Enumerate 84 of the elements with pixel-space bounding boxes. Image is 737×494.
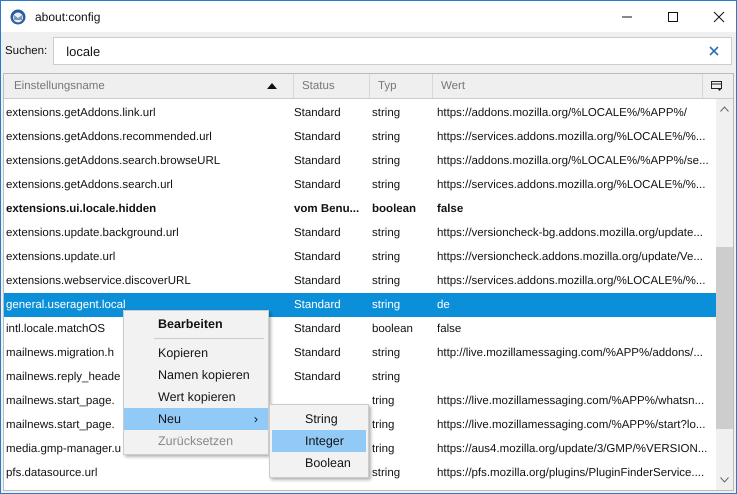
search-label: Suchen: [5, 45, 48, 57]
table-cell[interactable]: mailnews.reply_heade [6, 371, 120, 383]
table-cell: vom Benu... [294, 203, 360, 215]
table-cell[interactable]: extensions.getAddons.link.url [6, 107, 156, 119]
table-cell: http://live.mozillamessaging.com/%APP%/addons/... [437, 347, 703, 359]
column-header[interactable]: Status [294, 74, 370, 98]
column-header[interactable]: Typ [370, 74, 433, 98]
table-cell: string [372, 275, 400, 287]
table-cell[interactable]: pfs.datasource.url [6, 467, 98, 479]
app-logo-icon [10, 8, 26, 24]
menu-item[interactable]: Kopieren [124, 342, 268, 364]
menu-item[interactable]: Neu › [124, 408, 268, 430]
table-cell: string [372, 179, 400, 191]
menu-item[interactable]: Integer [272, 430, 366, 452]
table-cell: https://live.mozillamessaging.com/%APP%/start?lo... [437, 419, 706, 431]
table-cell[interactable]: extensions.webservice.discoverURL [6, 275, 191, 287]
maximize-icon[interactable] [667, 10, 679, 22]
table-cell: boolean [372, 323, 413, 335]
table-cell: https://services.addons.mozilla.org/%LOCALE%/%... [437, 275, 706, 287]
table-cell[interactable]: mailnews.migration.h [6, 347, 114, 359]
menu-item[interactable]: Wert kopieren [124, 386, 268, 408]
table-cell[interactable]: extensions.getAddons.search.browseURL [6, 155, 220, 167]
sort-ascending-icon [267, 83, 277, 89]
table-cell: Standard [294, 323, 341, 335]
table-cell: Standard [294, 227, 341, 239]
table-cell: https://services.addons.mozilla.org/%LOCALE%/%... [437, 131, 706, 143]
table-cell: Standard [294, 107, 341, 119]
table-cell[interactable]: media.gmp-manager.u [6, 443, 122, 455]
table-cell[interactable]: general.useragent.local [6, 299, 126, 311]
table-cell: false [437, 323, 462, 335]
search-field[interactable]: locale [53, 37, 732, 65]
table-cell: string [372, 227, 400, 239]
table-cell: string [372, 347, 400, 359]
table-cell[interactable]: mailnews.start_page. [6, 395, 115, 407]
table-cell: Standard [294, 299, 341, 311]
menu-item[interactable]: String [272, 408, 366, 430]
scrollbar-thumb[interactable] [716, 247, 733, 429]
scrollbar[interactable] [716, 99, 733, 490]
scroll-up-icon[interactable] [720, 106, 729, 112]
table-cell: string [372, 131, 400, 143]
table-cell: Standard [294, 179, 341, 191]
table-cell: https://pfs.mozilla.org/plugins/PluginFinderService.... [437, 467, 704, 479]
table-cell: tring [372, 443, 394, 455]
table-cell: Standard [294, 155, 341, 167]
table-cell: string [372, 467, 400, 479]
table-cell: https://services.addons.mozilla.org/%LOCALE%/%... [437, 179, 706, 191]
clear-icon[interactable] [709, 46, 719, 56]
column-header[interactable]: Wert [433, 74, 703, 98]
table-cell: Standard [294, 371, 341, 383]
table-cell[interactable]: extensions.update.url [6, 251, 116, 263]
table-cell: Standard [294, 275, 341, 287]
table-cell: https://live.mozillamessaging.com/%APP%/whatsn... [437, 395, 704, 407]
menu-item[interactable]: Boolean [272, 452, 366, 474]
table-cell[interactable]: extensions.update.background.url [6, 227, 179, 239]
table-cell: tring [372, 395, 394, 407]
table-cell[interactable]: mailnews.start_page. [6, 419, 115, 431]
table-cell: Standard [294, 131, 341, 143]
close-icon[interactable] [713, 10, 725, 22]
table-cell: false [437, 203, 464, 215]
table-cell: string [372, 371, 400, 383]
window-title: about:config [35, 10, 100, 24]
table-cell[interactable]: extensions.ui.locale.hidden [6, 203, 156, 215]
column-picker-icon[interactable] [711, 81, 723, 92]
table-cell: https://versioncheck-bg.addons.mozilla.org/update... [437, 227, 703, 239]
table-cell[interactable]: extensions.getAddons.search.url [6, 179, 173, 191]
menu-item[interactable]: Namen kopieren [124, 364, 268, 386]
column-header[interactable]: Einstellungsname [4, 74, 294, 98]
table-cell: string [372, 107, 400, 119]
table-cell[interactable]: extensions.getAddons.recommended.url [6, 131, 212, 143]
table-cell: https://aus4.mozilla.org/update/3/GMP/%VERSION... [437, 443, 708, 455]
table-cell: de [437, 299, 450, 311]
table-cell: https://addons.mozilla.org/%LOCALE%/%APP%/ [437, 107, 687, 119]
table-cell: https://addons.mozilla.org/%LOCALE%/%APP%/se... [437, 155, 709, 167]
menu-item[interactable]: Bearbeiten [124, 313, 268, 335]
table-cell[interactable]: intl.locale.matchOS [6, 323, 106, 335]
scroll-down-icon[interactable] [720, 477, 729, 483]
table-cell: https://versioncheck.addons.mozilla.org/update/Ve... [437, 251, 703, 263]
table-cell: Standard [294, 347, 341, 359]
table-cell: string [372, 251, 400, 263]
table-cell: boolean [372, 203, 416, 215]
table-cell: string [372, 299, 400, 311]
table-cell: tring [372, 419, 394, 431]
table-cell: string [372, 155, 400, 167]
table-cell: Standard [294, 251, 341, 263]
